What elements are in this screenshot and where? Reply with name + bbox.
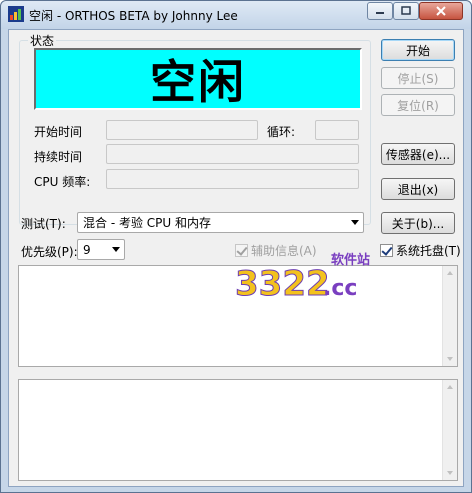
- vertical-scrollbar[interactable]: [442, 380, 457, 480]
- status-display: 空闲: [34, 48, 362, 110]
- watermark-tagline: 软件站: [331, 252, 370, 268]
- priority-label: 优先级(P):: [21, 245, 78, 259]
- stop-button[interactable]: 停止(S): [381, 67, 455, 89]
- test-label: 测试(T):: [21, 217, 66, 231]
- orthos-app-icon: [8, 6, 24, 22]
- chevron-down-icon: [351, 220, 359, 225]
- duration-field: [106, 144, 359, 164]
- maximize-button[interactable]: [393, 2, 419, 20]
- application-window: 空闲 - ORTHOS BETA by Johnny Lee 状态 空闲 开始时…: [0, 0, 472, 493]
- priority-select[interactable]: 9: [77, 239, 125, 260]
- title-bar[interactable]: 空闲 - ORTHOS BETA by Johnny Lee: [1, 1, 471, 29]
- system-tray-checkbox[interactable]: 系统托盘(T): [380, 242, 461, 259]
- reset-button[interactable]: 复位(R): [381, 94, 455, 116]
- status-value: 空闲: [150, 55, 246, 109]
- site-watermark-logo: 软件站 3322 .cc: [233, 249, 383, 305]
- vertical-scrollbar[interactable]: [442, 266, 457, 366]
- maximize-icon: [401, 6, 411, 15]
- minimize-icon: [376, 12, 384, 14]
- start-button[interactable]: 开始: [381, 39, 455, 61]
- close-icon: [436, 6, 446, 16]
- system-tray-label: 系统托盘(T): [396, 244, 461, 258]
- scroll-down-icon: [447, 357, 453, 361]
- status-group-legend: 状态: [28, 32, 57, 49]
- sensors-button[interactable]: 传感器(e)...: [381, 143, 455, 165]
- scroll-down-icon: [447, 471, 453, 475]
- start-time-field: [106, 120, 258, 140]
- duration-label: 持续时间: [34, 150, 83, 164]
- log-output-secondary[interactable]: [18, 379, 458, 481]
- scroll-up-icon: [447, 385, 453, 389]
- watermark-domain: .cc: [323, 276, 357, 301]
- test-mode-value: 混合 - 考验 CPU 和内存: [83, 216, 211, 230]
- chevron-down-icon: [112, 247, 120, 252]
- loop-label: 循环:: [267, 125, 296, 139]
- cpu-frequency-label: CPU 频率:: [34, 175, 91, 189]
- close-button[interactable]: [419, 2, 463, 20]
- scroll-up-icon: [447, 271, 453, 275]
- window-title: 空闲 - ORTHOS BETA by Johnny Lee: [29, 9, 238, 23]
- priority-value: 9: [83, 242, 91, 257]
- cpu-frequency-field: [106, 169, 359, 189]
- exit-button[interactable]: 退出(x): [381, 178, 455, 200]
- watermark-number: 3322: [235, 264, 330, 304]
- start-time-label: 开始时间: [34, 125, 83, 139]
- minimize-button[interactable]: [367, 2, 393, 20]
- test-mode-select[interactable]: 混合 - 考验 CPU 和内存: [77, 212, 364, 233]
- about-button[interactable]: 关于(b)...: [381, 212, 455, 234]
- loop-field: [315, 120, 359, 140]
